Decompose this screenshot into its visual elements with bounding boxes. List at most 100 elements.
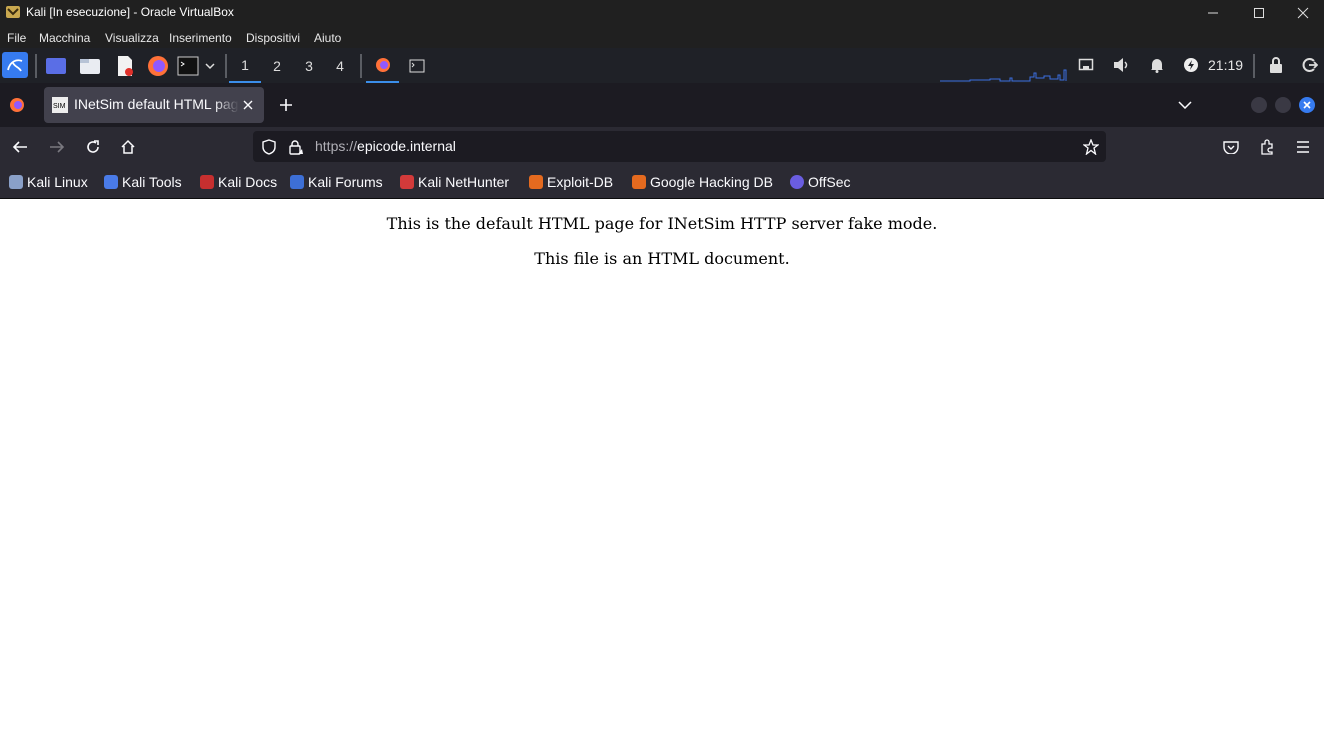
notifications-tray-button[interactable]	[1145, 53, 1169, 77]
url-bar[interactable]: https://epicode.internal	[253, 131, 1106, 162]
arrow-left-icon	[12, 141, 27, 153]
bookmarks-toolbar: Kali Linux Kali Tools Kali Docs Kali For…	[0, 167, 1324, 199]
terminal-launcher[interactable]	[176, 54, 200, 78]
chevron-down-icon	[1178, 101, 1192, 109]
firefox-launcher[interactable]	[146, 53, 170, 79]
window-close-button[interactable]	[1299, 97, 1315, 113]
reload-button[interactable]	[79, 133, 107, 161]
bookmark-kali-linux[interactable]: Kali Linux	[9, 174, 88, 190]
panel-separator	[225, 54, 227, 78]
reload-icon	[87, 140, 99, 153]
window-maximize-button[interactable]	[1275, 97, 1291, 113]
taskbar-terminal-window[interactable]	[402, 48, 432, 83]
virtualbox-icon	[6, 6, 20, 18]
bookmark-label: Google Hacking DB	[650, 174, 773, 190]
chevron-down-icon	[205, 63, 215, 70]
minimize-button[interactable]	[1190, 0, 1236, 25]
bookmark-kali-docs[interactable]: Kali Docs	[200, 174, 277, 190]
firefox-icon	[375, 57, 390, 72]
network-tray-button[interactable]	[1074, 53, 1098, 77]
kali-menu-button[interactable]	[2, 52, 28, 78]
bookmark-label: Kali Docs	[218, 174, 278, 190]
plus-icon	[280, 99, 292, 111]
menu-macchina[interactable]: Macchina	[39, 31, 90, 45]
bookmark-label: Kali Linux	[27, 174, 88, 190]
tracking-protection-button[interactable]	[255, 133, 283, 161]
text-editor-launcher[interactable]	[113, 53, 137, 79]
bookmark-page-button[interactable]	[1077, 133, 1105, 161]
power-bolt-icon	[1184, 58, 1198, 72]
page-content: This is the default HTML page for INetSi…	[0, 199, 1324, 737]
bookmark-exploit-db[interactable]: Exploit-DB	[529, 174, 613, 190]
lock-icon	[1270, 57, 1282, 73]
taskbar-firefox-window[interactable]	[366, 48, 399, 83]
close-window-button[interactable]	[1280, 0, 1324, 25]
workspace-2[interactable]: 2	[261, 48, 293, 83]
close-icon	[1303, 101, 1311, 109]
lock-screen-button[interactable]	[1264, 53, 1288, 77]
minimize-icon	[1208, 12, 1218, 13]
svg-text:SIM: SIM	[53, 103, 66, 110]
star-icon	[1083, 139, 1099, 155]
firefox-icon	[10, 98, 24, 112]
logout-button[interactable]	[1298, 53, 1322, 77]
home-button[interactable]	[114, 133, 142, 161]
pocket-icon	[1223, 141, 1239, 154]
file-manager-launcher[interactable]	[78, 54, 102, 78]
puzzle-icon	[1261, 139, 1273, 155]
power-manager-tray-button[interactable]	[1179, 53, 1203, 77]
bookmark-kali-nethunter[interactable]: Kali NetHunter	[400, 174, 509, 190]
close-icon	[1297, 7, 1309, 18]
pocket-button[interactable]	[1217, 133, 1245, 161]
bookmark-label: Exploit-DB	[547, 174, 614, 190]
terminal-dropdown[interactable]	[202, 58, 218, 74]
active-tab[interactable]: SIM INetSim default HTML page	[44, 87, 264, 123]
panel-separator	[360, 54, 362, 78]
folder-icon	[80, 59, 100, 74]
kali-dragon-icon	[7, 59, 23, 72]
kali-top-panel: 1 2 3 4 21:19	[0, 48, 1324, 83]
exploit-db-icon	[529, 175, 543, 189]
arrow-right-icon	[50, 141, 65, 153]
forward-button[interactable]	[43, 133, 71, 161]
bookmark-google-hacking-db[interactable]: Google Hacking DB	[632, 174, 773, 190]
menu-dispositivi[interactable]: Dispositivi	[246, 31, 300, 45]
workspace-1[interactable]: 1	[229, 48, 261, 83]
volume-tray-button[interactable]	[1110, 53, 1134, 77]
menu-inserimento[interactable]: Inserimento	[169, 31, 232, 45]
desktop-icon	[46, 58, 66, 74]
bookmark-offsec[interactable]: OffSec	[790, 174, 851, 190]
new-tab-button[interactable]	[272, 91, 300, 119]
maximize-button[interactable]	[1236, 0, 1282, 25]
firefox-tab-strip: SIM INetSim default HTML page	[0, 83, 1324, 127]
window-title: Kali [In esecuzione] - Oracle VirtualBox	[26, 5, 234, 19]
back-button[interactable]	[6, 133, 34, 161]
workspace-4[interactable]: 4	[324, 48, 356, 83]
window-minimize-button[interactable]	[1251, 97, 1267, 113]
app-menu-button[interactable]	[1289, 133, 1317, 161]
firefox-view-button[interactable]	[3, 91, 31, 119]
bookmark-label: Kali NetHunter	[418, 174, 510, 190]
panel-clock[interactable]: 21:19	[1208, 57, 1243, 73]
menu-aiuto[interactable]: Aiuto	[314, 31, 341, 45]
hamburger-menu-icon	[1297, 141, 1309, 153]
close-tab-button[interactable]	[234, 91, 262, 119]
menu-file[interactable]: File	[7, 31, 26, 45]
bookmark-kali-forums[interactable]: Kali Forums	[290, 174, 383, 190]
bookmark-label: Kali Forums	[308, 174, 383, 190]
url-host: epicode.internal	[357, 138, 456, 154]
nethunter-icon	[400, 175, 414, 189]
inetsim-favicon: SIM	[52, 97, 68, 113]
menu-visualizza[interactable]: Visualizza	[105, 31, 159, 45]
bookmark-kali-tools[interactable]: Kali Tools	[104, 174, 182, 190]
url-text: https://epicode.internal	[315, 138, 456, 154]
extensions-button[interactable]	[1253, 133, 1281, 161]
text-editor-icon	[118, 56, 133, 76]
bell-icon	[1151, 59, 1163, 73]
logout-icon	[1302, 58, 1318, 72]
show-desktop-button[interactable]	[44, 54, 68, 78]
list-all-tabs-button[interactable]	[1171, 91, 1199, 119]
site-info-button[interactable]	[282, 133, 310, 161]
firefox-icon	[148, 56, 168, 76]
workspace-3[interactable]: 3	[293, 48, 325, 83]
